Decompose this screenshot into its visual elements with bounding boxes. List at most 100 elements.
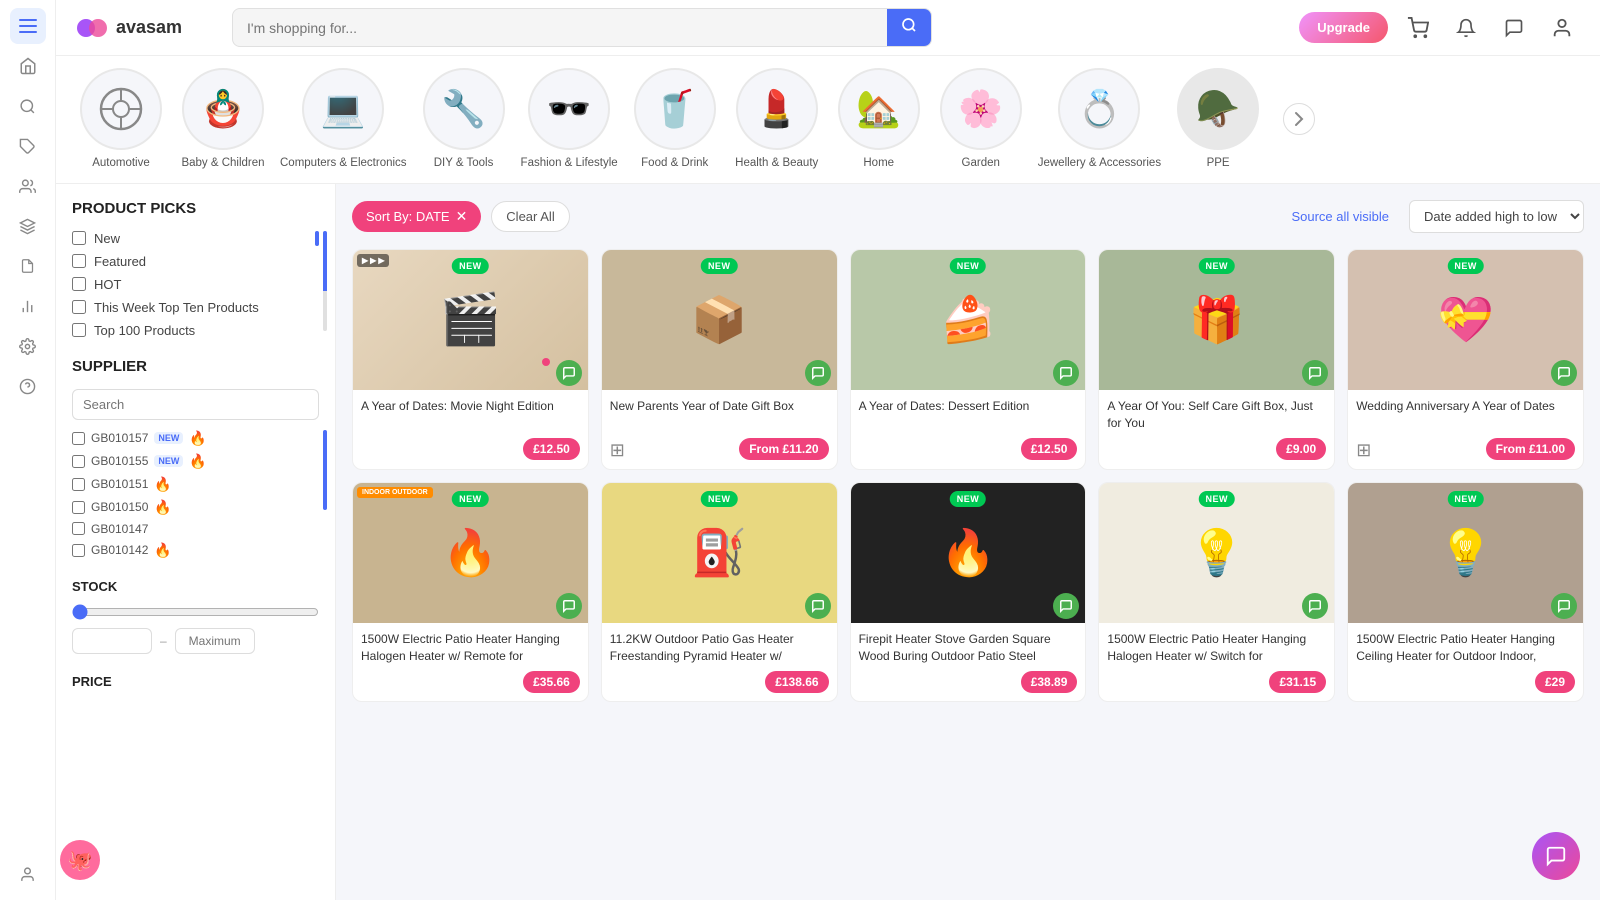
filter-featured-checkbox[interactable] <box>72 254 86 268</box>
product-6-price-row: £35.66 <box>361 671 580 693</box>
sort-date-close-icon: ✕ <box>456 208 468 225</box>
nav-users-icon[interactable] <box>10 168 46 204</box>
product-body-6: 1500W Electric Patio Heater Hanging Halo… <box>353 623 588 701</box>
stock-min-input[interactable] <box>72 628 152 654</box>
supplier-gb010142-hot-badge: 🔥 <box>154 542 171 559</box>
product-6-add-btn[interactable] <box>556 593 582 619</box>
product-3-badge: NEW <box>950 258 987 274</box>
clear-all-button[interactable]: Clear All <box>491 201 569 232</box>
product-9-add-btn[interactable] <box>1302 593 1328 619</box>
nav-home-icon[interactable] <box>10 48 46 84</box>
supplier-gb010147[interactable]: GB010147 <box>72 522 319 536</box>
product-4-price-row: £9.00 <box>1107 438 1326 460</box>
stock-max-input[interactable] <box>175 628 255 654</box>
product-5-add-btn[interactable] <box>1551 360 1577 386</box>
supplier-gb010150[interactable]: GB010150 🔥 <box>72 499 319 516</box>
filter-top-100-checkbox[interactable] <box>72 323 86 337</box>
nav-tag-icon[interactable] <box>10 128 46 164</box>
supplier-gb010155[interactable]: GB010155 NEW 🔥 <box>72 453 319 470</box>
filter-hot[interactable]: HOT <box>72 277 319 292</box>
supplier-gb010142-checkbox[interactable] <box>72 544 85 557</box>
category-diy[interactable]: 🔧 DIY & Tools <box>419 68 509 171</box>
sidebar: PRODUCT PICKS New Featured HOT <box>56 184 336 900</box>
header-actions: Upgrade <box>1299 10 1580 46</box>
supplier-gb010155-checkbox[interactable] <box>72 455 85 468</box>
nav-settings-icon[interactable] <box>10 328 46 364</box>
filter-top-ten[interactable]: This Week Top Ten Products <box>72 300 319 315</box>
category-jewellery[interactable]: 💍 Jewellery & Accessories <box>1038 68 1161 171</box>
supplier-gb010155-label: GB010155 <box>91 454 148 468</box>
product-7-add-btn[interactable] <box>805 593 831 619</box>
category-label-jewellery: Jewellery & Accessories <box>1038 156 1161 171</box>
filter-new-checkbox[interactable] <box>72 231 86 245</box>
nav-chart-icon[interactable] <box>10 288 46 324</box>
product-10-add-btn[interactable] <box>1551 593 1577 619</box>
filter-top-ten-checkbox[interactable] <box>72 300 86 314</box>
category-home[interactable]: 🏡 Home <box>834 68 924 171</box>
supplier-gb010157-label: GB010157 <box>91 431 148 445</box>
supplier-section: SUPPLIER GB010157 NEW 🔥 GB010155 NEW <box>72 358 319 559</box>
octo-widget[interactable]: 🐙 <box>60 840 100 880</box>
nav-search-icon[interactable] <box>10 88 46 124</box>
product-8-badge: NEW <box>950 491 987 507</box>
product-5-price: From £11.00 <box>1486 438 1575 460</box>
supplier-gb010151-checkbox[interactable] <box>72 478 85 491</box>
product-card-8: 🔥 NEW Firepit Heater Stove Garden Square… <box>850 482 1087 702</box>
categories-scroll: Automotive 🪆 Baby & Children 💻 Computers… <box>76 68 1580 171</box>
sort-date-button[interactable]: Sort By: DATE ✕ <box>352 201 481 232</box>
upgrade-button[interactable]: Upgrade <box>1299 12 1388 43</box>
product-7-badge: NEW <box>701 491 738 507</box>
source-all-link[interactable]: Source all visible <box>1291 209 1389 224</box>
sort-select[interactable]: Date added high to low Date added low to… <box>1409 200 1584 233</box>
nav-menu-icon[interactable] <box>10 8 46 44</box>
filter-new[interactable]: New <box>72 231 319 246</box>
supplier-gb010157[interactable]: GB010157 NEW 🔥 <box>72 430 319 447</box>
product-10-price: £29 <box>1535 671 1575 693</box>
supplier-gb010147-checkbox[interactable] <box>72 522 85 535</box>
app-header: avasam Upgrade <box>56 0 1600 56</box>
filter-featured-label: Featured <box>94 254 146 269</box>
search-button[interactable] <box>887 9 931 46</box>
product-9-name: 1500W Electric Patio Heater Hanging Halo… <box>1107 631 1326 665</box>
categories-next-arrow[interactable] <box>1283 103 1315 135</box>
category-health[interactable]: 💄 Health & Beauty <box>732 68 822 171</box>
nav-person-icon[interactable] <box>10 856 46 892</box>
product-body-1: A Year of Dates: Movie Night Edition £12… <box>353 390 588 468</box>
category-baby-children[interactable]: 🪆 Baby & Children <box>178 68 268 171</box>
category-garden[interactable]: 🌸 Garden <box>936 68 1026 171</box>
product-4-add-btn[interactable] <box>1302 360 1328 386</box>
supplier-gb010157-checkbox[interactable] <box>72 432 85 445</box>
messages-button[interactable] <box>1496 10 1532 46</box>
chat-widget[interactable] <box>1532 832 1580 880</box>
nav-help-icon[interactable] <box>10 368 46 404</box>
filter-top-100[interactable]: Top 100 Products <box>72 323 319 338</box>
product-body-8: Firepit Heater Stove Garden Square Wood … <box>851 623 1086 701</box>
supplier-search-input[interactable] <box>72 389 319 420</box>
category-computers[interactable]: 💻 Computers & Electronics <box>280 68 407 171</box>
profile-button[interactable] <box>1544 10 1580 46</box>
product-1-add-btn[interactable] <box>556 360 582 386</box>
category-automotive[interactable]: Automotive <box>76 68 166 171</box>
supplier-gb010142[interactable]: GB010142 🔥 <box>72 542 319 559</box>
filter-hot-checkbox[interactable] <box>72 277 86 291</box>
product-card-7: ⛽ NEW 11.2KW Outdoor Patio Gas Heater Fr… <box>601 482 838 702</box>
nav-file-icon[interactable] <box>10 248 46 284</box>
product-2-add-btn[interactable] <box>805 360 831 386</box>
stock-separator: – <box>160 634 167 648</box>
category-food[interactable]: 🥤 Food & Drink <box>630 68 720 171</box>
nav-layers-icon[interactable] <box>10 208 46 244</box>
category-circle-automotive <box>80 68 162 150</box>
price-section: PRICE <box>72 674 319 689</box>
supplier-gb010150-checkbox[interactable] <box>72 501 85 514</box>
cart-button[interactable] <box>1400 10 1436 46</box>
category-ppe[interactable]: 🪖 PPE <box>1173 68 1263 171</box>
scroll-indicator <box>323 231 327 331</box>
search-input[interactable] <box>233 12 887 44</box>
product-9-price: £31.15 <box>1269 671 1326 693</box>
notifications-button[interactable] <box>1448 10 1484 46</box>
filter-featured[interactable]: Featured <box>72 254 319 269</box>
category-circle-ppe: 🪖 <box>1177 68 1259 150</box>
stock-slider[interactable] <box>72 604 319 620</box>
category-fashion[interactable]: 🕶️ Fashion & Lifestyle <box>521 68 618 171</box>
supplier-gb010151[interactable]: GB010151 🔥 <box>72 476 319 493</box>
